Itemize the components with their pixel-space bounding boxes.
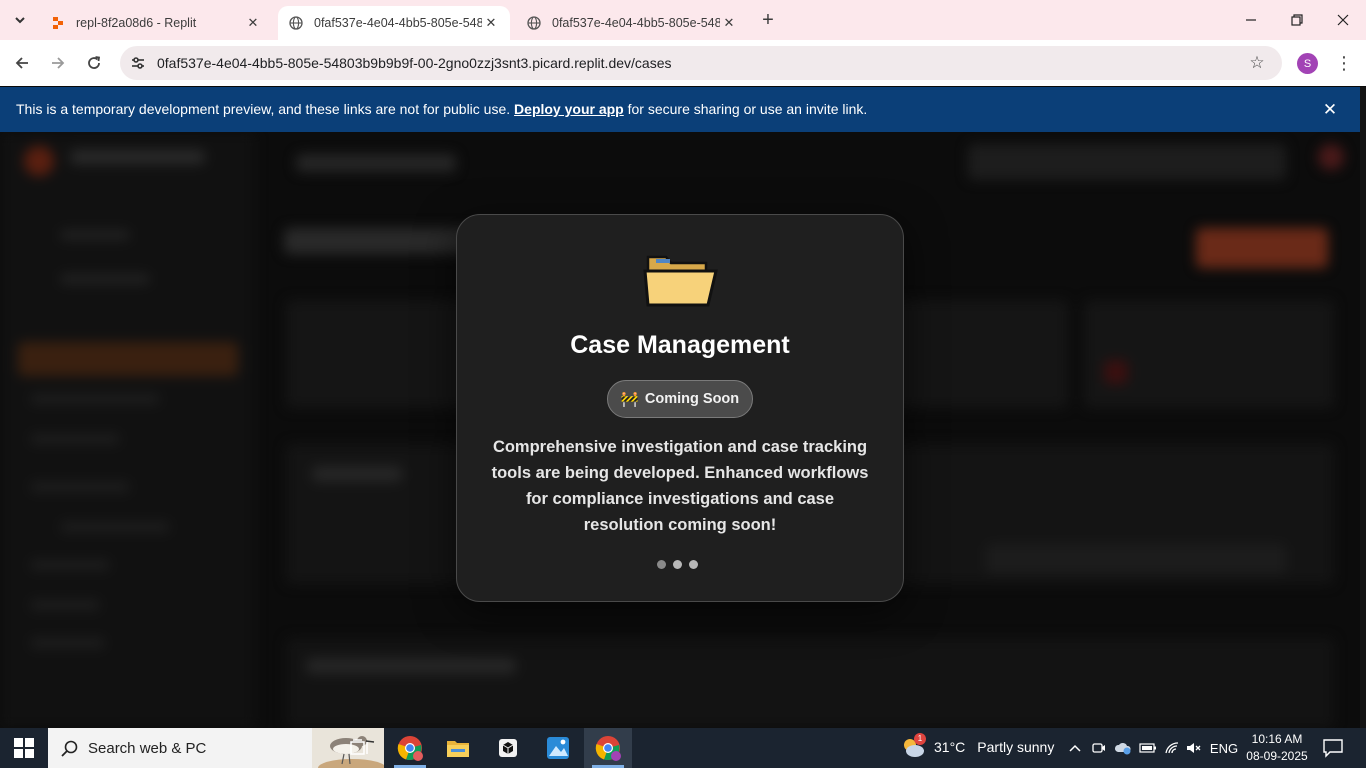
coming-soon-badge: 🚧 Coming Soon xyxy=(607,380,753,418)
photos-app-icon[interactable] xyxy=(534,728,582,768)
windows-start-icon[interactable] xyxy=(14,738,34,758)
globe-icon xyxy=(288,15,304,31)
tab-title: repl-8f2a08d6 - Replit xyxy=(76,16,197,30)
loading-dot xyxy=(689,560,698,569)
tab-title: 0faf537e-4e04-4bb5-805e-548 xyxy=(552,16,720,30)
replit-favicon-icon xyxy=(50,15,66,31)
modal-description: Comprehensive investigation and case tra… xyxy=(491,438,869,534)
deploy-app-link[interactable]: Deploy your app xyxy=(514,101,624,117)
tab-close-icon[interactable]: ✕ xyxy=(482,14,500,32)
badge-label: Coming Soon xyxy=(644,391,740,407)
new-tab-plus-icon[interactable]: + xyxy=(756,8,780,32)
task-view-icon[interactable] xyxy=(336,728,384,768)
dev-preview-banner: This is a temporary development preview,… xyxy=(0,87,1360,132)
search-icon xyxy=(61,740,78,757)
weather-alert-badge: 1 xyxy=(914,733,926,745)
loading-dot xyxy=(673,560,682,569)
tab-close-icon[interactable]: ✕ xyxy=(244,14,262,32)
close-window-icon[interactable] xyxy=(1320,0,1366,40)
loading-dots xyxy=(657,560,698,569)
tab-active-preview[interactable]: 0faf537e-4e04-4bb5-805e-548 ✕ xyxy=(278,6,510,40)
meet-now-icon[interactable] xyxy=(1090,738,1108,758)
tab-title: 0faf537e-4e04-4bb5-805e-548 xyxy=(314,16,482,30)
language-indicator[interactable]: ENG xyxy=(1210,738,1238,758)
forward-arrow-icon[interactable] xyxy=(44,49,72,77)
coming-soon-modal: Case Management 🚧 Coming Soon Comprehens… xyxy=(456,214,904,602)
volume-muted-icon[interactable] xyxy=(1184,738,1204,758)
url-text[interactable]: 0faf537e-4e04-4bb5-805e-54803b9b9b9f-00-… xyxy=(157,55,671,71)
tab-preview-2[interactable]: 0faf537e-4e04-4bb5-805e-548 ✕ xyxy=(516,6,748,40)
search-placeholder: Search web & PC xyxy=(88,740,207,757)
bookmark-star-icon[interactable]: ☆ xyxy=(1246,52,1268,74)
battery-icon[interactable] xyxy=(1138,738,1158,758)
weather-desc: Partly sunny xyxy=(977,739,1055,755)
onedrive-cloud-icon[interactable] xyxy=(1112,738,1134,758)
clock-time: 10:16 AM xyxy=(1251,732,1303,746)
construction-icon: 🚧 xyxy=(620,391,639,408)
windows-taskbar: Search web & PC 1 31°C Partly sunny ENG … xyxy=(0,728,1366,768)
browser-tab-strip: repl-8f2a08d6 - Replit ✕ 0faf537e-4e04-4… xyxy=(0,0,1366,40)
browser-menu-icon[interactable]: ⋮ xyxy=(1334,50,1354,76)
restore-icon[interactable] xyxy=(1274,0,1320,40)
page-scrollbar[interactable] xyxy=(1360,87,1366,728)
banner-text-after: for secure sharing or use an invite link… xyxy=(627,101,868,117)
site-info-icon[interactable] xyxy=(128,53,148,73)
tab-search-chevron-icon[interactable] xyxy=(6,8,34,32)
chrome-profile-taskbar-icon[interactable] xyxy=(584,728,632,768)
profile-avatar[interactable]: S xyxy=(1297,53,1318,74)
partly-sunny-icon: 1 xyxy=(900,733,926,758)
taskbar-search-box[interactable]: Search web & PC xyxy=(48,728,384,768)
clock[interactable]: 10:16 AM 08-09-2025 xyxy=(1244,731,1310,765)
file-explorer-icon[interactable] xyxy=(434,728,482,768)
banner-message: This is a temporary development preview,… xyxy=(16,101,867,117)
wifi-icon[interactable] xyxy=(1162,738,1182,758)
back-arrow-icon[interactable] xyxy=(8,49,36,77)
chrome-taskbar-icon[interactable] xyxy=(386,728,434,768)
address-bar[interactable]: 0faf537e-4e04-4bb5-805e-54803b9b9b9f-00-… xyxy=(120,46,1282,80)
tab-close-icon[interactable]: ✕ xyxy=(720,14,738,32)
browser-toolbar: 0faf537e-4e04-4bb5-805e-54803b9b9b9f-00-… xyxy=(0,40,1366,86)
clock-date: 08-09-2025 xyxy=(1246,749,1308,763)
tab-replit[interactable]: repl-8f2a08d6 - Replit ✕ xyxy=(40,6,272,40)
banner-close-icon[interactable]: ✕ xyxy=(1320,100,1340,120)
modal-title: Case Management xyxy=(570,331,790,359)
globe-icon xyxy=(526,15,542,31)
app-cube-icon[interactable] xyxy=(484,728,532,768)
notification-icon[interactable] xyxy=(1322,738,1344,758)
folder-icon xyxy=(642,249,720,311)
reload-icon[interactable] xyxy=(80,49,108,77)
weather-widget[interactable]: 1 31°C Partly sunny xyxy=(900,733,1055,758)
chevron-up-icon[interactable] xyxy=(1066,738,1084,758)
banner-text-before: This is a temporary development preview,… xyxy=(16,101,511,117)
minimize-icon[interactable] xyxy=(1228,0,1274,40)
weather-temp: 31°C xyxy=(934,739,966,755)
loading-dot xyxy=(657,560,666,569)
